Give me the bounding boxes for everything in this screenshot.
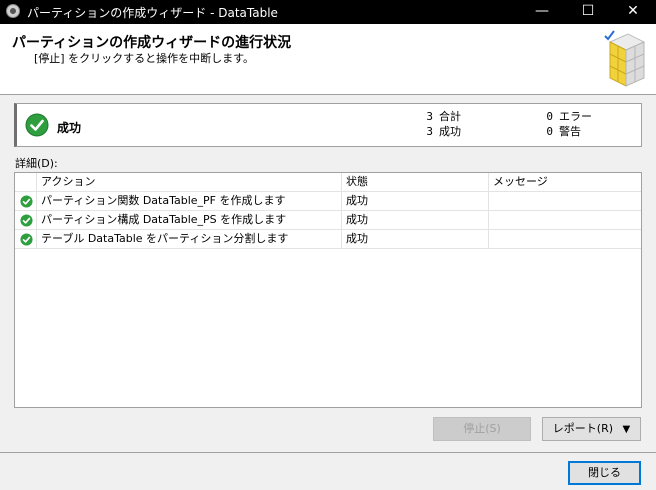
- success-label: 成功: [439, 125, 461, 138]
- row-action: パーティション構成 DataTable_PS を作成します: [37, 211, 342, 230]
- warning-label: 警告: [559, 125, 581, 138]
- maximize-button[interactable]: ☐: [565, 0, 611, 24]
- page-subtitle: [停止] をクリックすると操作を中断します。: [34, 52, 254, 65]
- error-label: エラー: [559, 110, 592, 123]
- table-row[interactable]: パーティション構成 DataTable_PS を作成します 成功: [15, 211, 641, 230]
- details-label: 詳細(D):: [15, 157, 58, 170]
- wizard-header: パーティションの作成ウィザードの進行状況 [停止] をクリックすると操作を中断し…: [0, 24, 656, 95]
- row-message: [489, 230, 641, 249]
- count-column-left: 3 合計 3 成功: [423, 109, 461, 139]
- table-row[interactable]: パーティション関数 DataTable_PF を作成します 成功: [15, 192, 641, 211]
- success-check-icon: [20, 195, 33, 208]
- error-count: 0: [546, 110, 553, 123]
- report-button[interactable]: レポート(R) ▼: [542, 417, 641, 441]
- table-row[interactable]: テーブル DataTable をパーティション分割します 成功: [15, 230, 641, 249]
- row-icon-cell: [15, 211, 37, 230]
- header-action[interactable]: アクション: [37, 173, 342, 192]
- app-icon: [6, 4, 20, 18]
- grid-header: アクション 状態 メッセージ: [15, 173, 641, 192]
- header-status[interactable]: 状態: [342, 173, 489, 192]
- window-title: パーティションの作成ウィザード - DataTable: [27, 6, 278, 20]
- success-count: 3: [426, 125, 433, 138]
- close-window-button[interactable]: ✕: [610, 0, 656, 24]
- row-action: パーティション関数 DataTable_PF を作成します: [37, 192, 342, 211]
- header-message[interactable]: メッセージ: [489, 173, 641, 192]
- warning-count: 0: [546, 125, 553, 138]
- cube-icon: [604, 30, 646, 87]
- status-result: 成功: [57, 121, 82, 135]
- details-grid[interactable]: アクション 状態 メッセージ パーティション関数 DataTable_PF を作…: [14, 172, 642, 408]
- header-icon-column: [15, 173, 37, 192]
- row-status: 成功: [342, 192, 489, 211]
- total-count: 3: [426, 110, 433, 123]
- footer-divider: [0, 452, 656, 453]
- success-check-icon: [20, 233, 33, 246]
- title-bar: パーティションの作成ウィザード - DataTable — ☐ ✕: [0, 0, 656, 24]
- close-button[interactable]: 閉じる: [568, 461, 641, 485]
- total-label: 合計: [439, 110, 461, 123]
- report-button-label: レポート(R): [552, 422, 614, 435]
- success-check-icon: [25, 113, 49, 137]
- page-title: パーティションの作成ウィザードの進行状況: [12, 35, 292, 51]
- minimize-button[interactable]: —: [519, 0, 565, 24]
- row-message: [489, 211, 641, 230]
- success-check-icon: [20, 214, 33, 227]
- row-icon-cell: [15, 192, 37, 211]
- row-icon-cell: [15, 230, 37, 249]
- count-column-right: 0 エラー 0 警告: [543, 109, 592, 139]
- chevron-down-icon: ▼: [622, 424, 631, 435]
- row-action: テーブル DataTable をパーティション分割します: [37, 230, 342, 249]
- status-summary: 成功 3 合計 3 成功 0 エラー 0 警告: [14, 103, 642, 147]
- row-message: [489, 192, 641, 211]
- stop-button[interactable]: 停止(S): [433, 417, 531, 441]
- row-status: 成功: [342, 230, 489, 249]
- row-status: 成功: [342, 211, 489, 230]
